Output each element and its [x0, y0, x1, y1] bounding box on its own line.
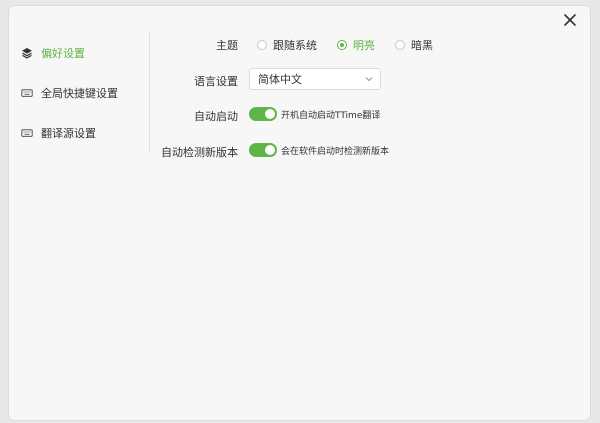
- radio-label: 暗黑: [411, 39, 433, 52]
- theme-option-dark[interactable]: 暗黑: [395, 37, 433, 53]
- sidebar-item-translation-sources[interactable]: 翻译源设置: [21, 122, 96, 144]
- autostart-label: 自动启动: [194, 110, 238, 123]
- layers-icon: [21, 47, 33, 59]
- settings-window: 偏好设置 全局快捷键设置 翻译源设置 主题 跟随系统 明亮 暗黑 语言设置 简体…: [8, 5, 591, 421]
- chevron-down-icon: [364, 74, 374, 84]
- sidebar: 偏好设置 全局快捷键设置 翻译源设置: [9, 32, 150, 152]
- update-check-label: 自动检测新版本: [161, 146, 238, 159]
- autostart-toggle[interactable]: [249, 107, 277, 121]
- autostart-description: 开机自动启动TTime翻译: [281, 110, 381, 121]
- sidebar-item-label: 偏好设置: [41, 47, 85, 60]
- autostart-row: 开机自动启动TTime翻译: [249, 107, 380, 121]
- language-select[interactable]: 简体中文: [249, 68, 381, 90]
- language-label: 语言设置: [194, 75, 238, 88]
- keyboard-icon: [21, 127, 33, 139]
- sidebar-item-hotkeys[interactable]: 全局快捷键设置: [21, 82, 118, 104]
- language-select-value: 简体中文: [258, 73, 302, 86]
- update-check-toggle[interactable]: [249, 143, 277, 157]
- sidebar-item-preferences[interactable]: 偏好设置: [21, 42, 85, 64]
- keyboard-icon: [21, 87, 33, 99]
- theme-option-light[interactable]: 明亮: [337, 37, 375, 53]
- sidebar-item-label: 翻译源设置: [41, 127, 96, 140]
- radio-label: 跟随系统: [273, 39, 317, 52]
- update-check-description: 会在软件启动时检测新版本: [281, 146, 390, 157]
- theme-radio-group: 跟随系统 明亮 暗黑: [257, 37, 433, 53]
- radio-circle: [337, 40, 347, 50]
- theme-option-system[interactable]: 跟随系统: [257, 37, 317, 53]
- radio-circle: [257, 40, 267, 50]
- update-check-row: 会在软件启动时检测新版本: [249, 143, 389, 157]
- radio-circle: [395, 40, 405, 50]
- close-icon[interactable]: [562, 12, 578, 28]
- sidebar-item-label: 全局快捷键设置: [41, 87, 118, 100]
- theme-label: 主题: [216, 39, 238, 52]
- radio-label: 明亮: [353, 39, 375, 52]
